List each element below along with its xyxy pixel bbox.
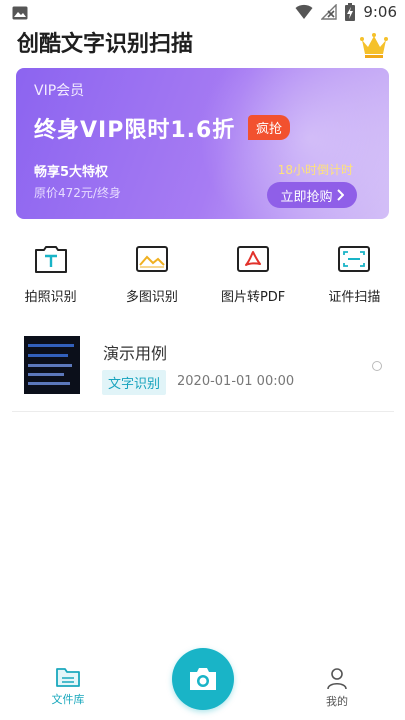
document-select-radio[interactable] — [372, 361, 382, 371]
pdf-icon — [237, 246, 270, 272]
tab-label: 文件库 — [51, 693, 85, 706]
camera-button[interactable] — [172, 648, 234, 710]
app-title: 创酷文字识别扫描 — [17, 32, 194, 57]
feature-multi-image[interactable]: 多图识别 — [101, 240, 202, 312]
crown-icon[interactable] — [359, 32, 389, 60]
feature-label: 拍照识别 — [24, 290, 77, 305]
vip-original-price: 原价472元/终身 — [34, 186, 121, 200]
image-icon — [12, 6, 28, 20]
buy-now-button[interactable]: 立即抢购 — [267, 182, 357, 208]
document-date: 2020-01-01 00:00 — [177, 374, 295, 389]
feature-label: 图片转PDF — [220, 290, 286, 305]
vip-countdown: 18小时倒计时 — [277, 163, 353, 177]
chevron-right-icon — [336, 189, 344, 201]
feature-image-to-pdf[interactable]: 图片转PDF — [203, 240, 304, 312]
battery-charging-icon — [345, 3, 356, 21]
folder-icon — [56, 668, 80, 687]
document-thumbnail — [24, 336, 80, 394]
no-signal-icon — [321, 4, 338, 20]
user-icon — [327, 668, 347, 690]
text-camera-icon — [34, 246, 67, 273]
wifi-icon — [295, 4, 313, 19]
tab-label: 我的 — [326, 695, 348, 708]
vip-promo-card[interactable]: VIP会员 终身VIP限时1.6折 疯抢 畅享5大特权 原价472元/终身 18… — [16, 68, 389, 219]
feature-label: 证件扫描 — [328, 290, 381, 305]
status-bar: 9:06 — [0, 0, 405, 28]
document-type-tag: 文字识别 — [102, 370, 167, 395]
tab-mine[interactable]: 我的 — [297, 666, 377, 709]
feature-label: 多图识别 — [125, 290, 178, 305]
buy-now-label: 立即抢购 — [280, 189, 333, 205]
multi-image-icon — [135, 246, 168, 272]
feature-id-scan[interactable]: 证件扫描 — [304, 240, 405, 312]
id-scan-icon — [338, 246, 371, 272]
document-list-item[interactable]: 演示用例 文字识别 2020-01-01 00:00 — [12, 330, 394, 412]
vip-privilege: 畅享5大特权 — [34, 165, 109, 180]
document-title: 演示用例 — [103, 344, 168, 363]
feature-row: 拍照识别 多图识别 图片转PDF 证件扫描 — [0, 240, 405, 312]
vip-label: VIP会员 — [34, 83, 85, 99]
app-header: 创酷文字识别扫描 — [17, 30, 389, 64]
tab-file-library[interactable]: 文件库 — [28, 666, 108, 707]
vip-badge: 疯抢 — [248, 115, 291, 140]
camera-icon — [190, 668, 216, 690]
vip-headline: 终身VIP限时1.6折 — [34, 118, 236, 143]
status-time: 9:06 — [363, 3, 397, 21]
feature-photo-ocr[interactable]: 拍照识别 — [0, 240, 101, 312]
